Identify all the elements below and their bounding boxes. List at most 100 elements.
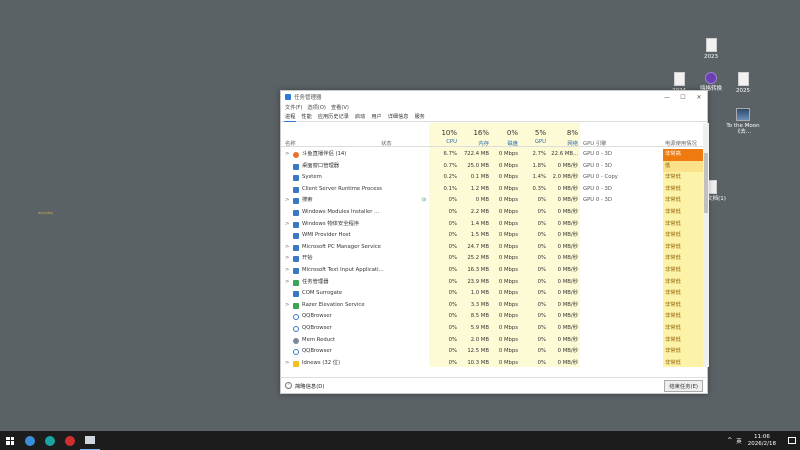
- tab-services[interactable]: 服务: [413, 112, 425, 121]
- process-name: 搜索: [302, 197, 313, 204]
- process-name: 桌面窗口管理器: [302, 162, 340, 169]
- desktop-icon-2025[interactable]: 2025: [723, 72, 763, 94]
- table-row[interactable]: QQBrowser 0% 12.5 MB 0 Mbps 0% 0 MB/秒 非常低: [281, 346, 703, 358]
- process-net: 0 MB/秒: [557, 324, 578, 331]
- table-row[interactable]: QQBrowser 0% 8.5 MB 0 Mbps 0% 0 MB/秒 非常低: [281, 311, 703, 323]
- taskbar-app-browser[interactable]: [20, 431, 40, 450]
- process-gpu: 0.3%: [532, 185, 546, 192]
- tab-startup[interactable]: 启动: [354, 112, 366, 121]
- table-row[interactable]: > 斗鱼直播伴侣 (14) 6.7% 722.4 MB 0 Mbps 2.7% 22.6 M…: [281, 149, 703, 161]
- scrollbar-thumb[interactable]: [704, 153, 708, 213]
- process-icon: [293, 209, 299, 216]
- notification-icon[interactable]: [788, 437, 796, 444]
- table-row[interactable]: > 任务管理器 0% 23.9 MB 0 Mbps 0% 0 MB/秒 非常低: [281, 276, 703, 289]
- tab-details[interactable]: 详细信息: [387, 112, 410, 121]
- expand-chevron-icon[interactable]: >: [285, 277, 289, 289]
- table-row[interactable]: QQBrowser 0% 5.9 MB 0 Mbps 0% 0 MB/秒 非常低: [281, 322, 703, 335]
- clock[interactable]: 11:06 2026/2/18: [748, 434, 776, 447]
- process-icon: [293, 267, 299, 274]
- process-gpu-engine: GPU 0 - Copy: [583, 174, 618, 181]
- vertical-scrollbar[interactable]: [703, 123, 709, 367]
- process-icon: [293, 302, 299, 309]
- table-row[interactable]: Client Server Runtime Process 0.1% 1.2 MB 0…: [281, 183, 703, 196]
- table-row[interactable]: Windows Modules Installer ... 0% 2.2 MB 0 M…: [281, 206, 703, 219]
- process-mem: 5.9 MB: [470, 324, 489, 331]
- desktop-icon-to-the-moon[interactable]: To the Moon《去...: [723, 108, 763, 135]
- table-row[interactable]: > 开始 0% 25.2 MB 0 Mbps 0% 0 MB/秒 非常低: [281, 253, 703, 265]
- tab-users[interactable]: 用户: [370, 112, 382, 121]
- title-bar[interactable]: 任务管理器 — ☐ ✕: [281, 91, 707, 103]
- expand-chevron-icon[interactable]: >: [285, 358, 289, 367]
- tab-performance[interactable]: 性能: [300, 112, 312, 121]
- browser-icon: [25, 435, 35, 446]
- col-disk-header[interactable]: 磁盘: [492, 139, 518, 147]
- desktop-icon-2023[interactable]: 2023: [691, 38, 731, 60]
- process-power-usage: 非常低: [663, 311, 703, 323]
- table-row[interactable]: 桌面窗口管理器 0.7% 25.0 MB 0 Mbps 1.8% 0 MB/秒 GPU 0 …: [281, 160, 703, 173]
- table-row[interactable]: > Windows 物体安全程序 0% 1.4 MB 0 Mbps 0% 0 MB/秒 非常低: [281, 218, 703, 231]
- table-row[interactable]: Mem Reduct 0% 2.0 MB 0 Mbps 0% 0 MB/秒 非常低: [281, 334, 703, 347]
- table-row[interactable]: COM Surrogate 0% 1.0 MB 0 Mbps 0% 0 MB/秒 非常低: [281, 288, 703, 300]
- close-button[interactable]: ✕: [691, 94, 707, 101]
- col-power-header[interactable]: 电源使用情况: [665, 139, 697, 147]
- expand-chevron-icon[interactable]: >: [285, 195, 289, 207]
- table-row[interactable]: WMI Provider Host 0% 1.5 MB 0 Mbps 0% 0 MB/秒 非…: [281, 230, 703, 242]
- menu-bar: 文件(F) 选项(O) 查看(V): [281, 103, 707, 112]
- expand-chevron-icon[interactable]: >: [285, 300, 289, 312]
- table-row[interactable]: > Microsoft Text Input Applicati... 0% 16.3…: [281, 264, 703, 277]
- process-name: 开始: [302, 255, 313, 262]
- taskbar-app-task-manager[interactable]: [80, 431, 100, 450]
- table-row[interactable]: System 0.2% 0.1 MB 0 Mbps 1.4% 2.0 MB/秒 GPU 0 …: [281, 172, 703, 184]
- tab-processes[interactable]: 进程: [284, 112, 297, 122]
- expand-chevron-icon[interactable]: >: [285, 265, 289, 277]
- menu-options[interactable]: 选项(O): [307, 104, 326, 111]
- expand-chevron-icon[interactable]: >: [285, 253, 289, 265]
- start-button[interactable]: [0, 431, 20, 450]
- process-name: Microsoft Text Input Applicati...: [302, 266, 384, 273]
- col-cpu-header[interactable]: CPU: [429, 139, 457, 145]
- menu-view[interactable]: 查看(V): [331, 104, 349, 111]
- end-task-button[interactable]: 结束任务(E): [664, 379, 703, 392]
- table-row[interactable]: > Idnews (32 位) 0% 10.3 MB 0 Mbps 0% 0 MB/秒 非常低: [281, 357, 703, 367]
- col-network-header[interactable]: 网络: [548, 139, 578, 147]
- game-icon: [736, 108, 750, 121]
- process-net: 0 MB/秒: [557, 208, 578, 215]
- table-row[interactable]: > 搜索 ⦶ 0% 0 MB 0 Mbps 0% 0 MB/秒 GPU 0 - 3D 非常低: [281, 195, 703, 207]
- expand-chevron-icon[interactable]: >: [285, 242, 289, 254]
- window-title: 任务管理器: [294, 95, 322, 101]
- memory-total: 16%: [473, 129, 489, 137]
- netease-music-icon: [65, 435, 75, 446]
- process-name: Mem Reduct: [302, 336, 336, 343]
- process-gpu: 0%: [537, 220, 546, 227]
- process-gpu: 0%: [537, 313, 546, 320]
- process-net: 0 MB/秒: [557, 220, 578, 227]
- col-memory-header[interactable]: 内存: [459, 139, 489, 147]
- table-row[interactable]: > Razer Elevation Service 0% 3.3 MB 0 Mbps 0%…: [281, 299, 703, 312]
- col-gpu-header[interactable]: GPU: [520, 139, 546, 145]
- col-name-header[interactable]: 名称: [285, 139, 296, 147]
- menu-file[interactable]: 文件(F): [285, 104, 302, 111]
- process-disk: 0 Mbps: [498, 208, 518, 215]
- col-gpu-engine-header[interactable]: GPU 引擎: [583, 139, 606, 147]
- input-method-indicator[interactable]: 英: [736, 437, 742, 445]
- process-disk: 0 Mbps: [498, 336, 518, 343]
- taskbar-app-edge[interactable]: [40, 431, 60, 450]
- network-total: 8%: [566, 129, 578, 137]
- expand-chevron-icon[interactable]: >: [285, 219, 289, 231]
- taskbar-app-netease[interactable]: [60, 431, 80, 450]
- minimize-button[interactable]: —: [659, 94, 675, 101]
- table-row[interactable]: > Microsoft PC Manager Service 0% 24.7 MB 0 …: [281, 241, 703, 254]
- maximize-button[interactable]: ☐: [675, 94, 691, 101]
- chevron-up-icon[interactable]: ˄: [285, 382, 292, 389]
- process-cpu: 0%: [448, 197, 457, 204]
- process-disk: 0 Mbps: [498, 359, 518, 366]
- process-icon: [293, 337, 299, 344]
- col-status-header[interactable]: 状态: [381, 139, 392, 147]
- less-details-link[interactable]: 简略信息(D): [295, 382, 324, 390]
- expand-chevron-icon[interactable]: >: [285, 149, 289, 161]
- process-name: Windows 物体安全程序: [302, 220, 360, 227]
- show-hidden-icons-button[interactable]: ^: [727, 437, 732, 444]
- process-mem: 10.3 MB: [467, 359, 489, 366]
- process-gpu-engine: GPU 0 - 3D: [583, 197, 612, 204]
- tab-app-history[interactable]: 应用历史记录: [317, 112, 350, 121]
